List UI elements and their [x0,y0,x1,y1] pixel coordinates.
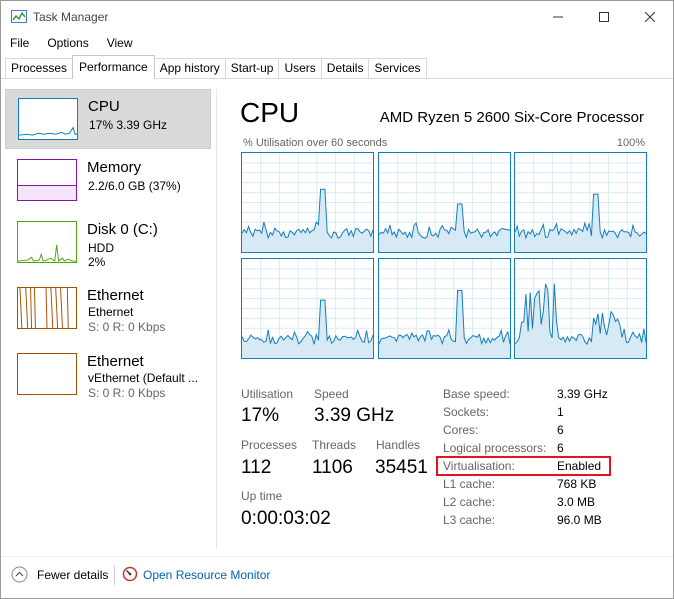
info-value-cores: 6 [557,423,564,437]
info-value-l2-cache: 3.0 MB [557,495,596,509]
chevron-up-circle-icon[interactable] [11,566,28,583]
sidebar-item-memory[interactable]: Memory 2.2/6.0 GB (37%) [5,151,211,211]
close-button[interactable] [627,1,673,33]
sidebar-divider [216,89,217,549]
sidebar-item-detail: 2.2/6.0 GB (37%) [88,179,181,193]
ethernet-thumbnail-graph [17,287,77,329]
open-resource-monitor-link[interactable]: Open Resource Monitor [143,568,270,582]
sidebar-item-label: CPU [88,98,120,115]
sidebar-item-detail: vEthernet (Default ... [88,371,199,385]
sidebar-item-detail-2: S: 0 R: 0 Kbps [88,320,166,334]
page-title: CPU [240,97,300,128]
sidebar-item-ethernet-1[interactable]: Ethernet Ethernet S: 0 R: 0 Kbps [5,279,211,339]
menu-options[interactable]: Options [38,34,97,54]
sidebar-item-detail-2: 2% [88,255,106,269]
info-label-sockets: Sockets: [443,405,490,419]
sidebar-item-disk[interactable]: Disk 0 (C:) HDD 2% [5,213,211,273]
ethernet-thumbnail-graph [17,353,77,395]
handles-value: 35451 [375,457,428,478]
sidebar-item-detail-2: S: 0 R: 0 Kbps [88,386,166,400]
cpu-model-name: AMD Ryzen 5 2600 Six-Core Processor [379,109,644,126]
resource-monitor-icon [122,566,138,582]
processes-value: 112 [241,457,272,478]
processes-label: Processes [241,438,298,452]
sidebar-item-label: Ethernet [87,287,144,304]
info-label-l2-cache: L2 cache: [443,495,496,509]
tab-strip: Processes Performance App history Start-… [5,55,427,79]
tab-users[interactable]: Users [278,58,322,78]
info-value-logical-processors: 6 [557,441,564,455]
handles-label: Handles [376,438,421,452]
info-value-sockets: 1 [557,405,564,419]
sidebar-item-label: Memory [87,159,142,176]
disk-thumbnail-graph [17,221,77,263]
resource-sidebar: CPU 17% 3.39 GHz Memory 2.2/6.0 GB (37%)… [5,89,213,549]
maximize-button[interactable] [581,1,627,33]
info-label-l1-cache: L1 cache: [443,477,496,491]
task-manager-icon [11,10,27,23]
info-value-l1-cache: 768 KB [557,477,597,491]
menu-bar: File Options View [1,34,142,54]
tab-start-up[interactable]: Start-up [224,58,280,78]
footer-divider [1,556,673,557]
info-label-logical-processors: Logical processors: [443,441,547,455]
footer-separator [114,565,115,585]
graph-max-label: 100% [616,137,645,149]
tab-performance[interactable]: Performance [72,55,155,79]
tab-processes[interactable]: Processes [5,58,74,78]
speed-value: 3.39 GHz [314,405,395,426]
sidebar-item-detail: 17% 3.39 GHz [89,118,168,132]
cpu-core-graph [241,152,374,253]
cpu-core-graph [378,152,511,253]
memory-usage-fill [18,185,76,200]
sidebar-item-label: Ethernet [87,353,144,370]
cpu-core-graph [514,152,647,253]
memory-thumbnail-graph [17,159,77,201]
info-value-base-speed: 3.39 GHz [557,387,608,401]
task-manager-window: Task Manager File Options View Processes… [0,0,674,599]
cpu-core-graph [378,258,511,359]
tab-services[interactable]: Services [368,58,427,78]
title-bar[interactable]: Task Manager [1,1,673,33]
sidebar-item-ethernet-2[interactable]: Ethernet vEthernet (Default ... S: 0 R: … [5,345,211,405]
sidebar-item-detail: Ethernet [88,305,134,319]
sidebar-item-detail: HDD [88,241,114,255]
menu-view[interactable]: View [98,34,142,54]
sidebar-item-cpu[interactable]: CPU 17% 3.39 GHz [5,89,211,149]
tab-app-history[interactable]: App history [153,58,226,78]
fewer-details-link[interactable]: Fewer details [37,568,108,582]
virtualisation-highlight [436,456,611,476]
graph-caption: % Utilisation over 60 seconds [243,137,388,149]
utilisation-value: 17% [241,405,280,426]
threads-label: Threads [312,438,357,452]
uptime-label: Up time [241,489,283,503]
tab-details[interactable]: Details [320,58,370,78]
speed-label: Speed [314,387,349,401]
menu-file[interactable]: File [1,34,38,54]
info-label-base-speed: Base speed: [443,387,510,401]
footer: Fewer details Open Resource Monitor [1,561,673,591]
cpu-thumbnail-graph [18,98,78,140]
minimize-button[interactable] [535,1,581,33]
cpu-core-graph [241,258,374,359]
cpu-core-graph [514,258,647,359]
sidebar-item-label: Disk 0 (C:) [87,221,158,238]
threads-value: 1106 [312,457,353,478]
window-title: Task Manager [33,10,109,24]
info-value-l3-cache: 96.0 MB [557,513,602,527]
uptime-value: 0:00:03:02 [241,508,331,529]
info-label-cores: Cores: [443,423,479,437]
info-label-l3-cache: L3 cache: [443,513,496,527]
utilisation-label: Utilisation [241,387,294,401]
